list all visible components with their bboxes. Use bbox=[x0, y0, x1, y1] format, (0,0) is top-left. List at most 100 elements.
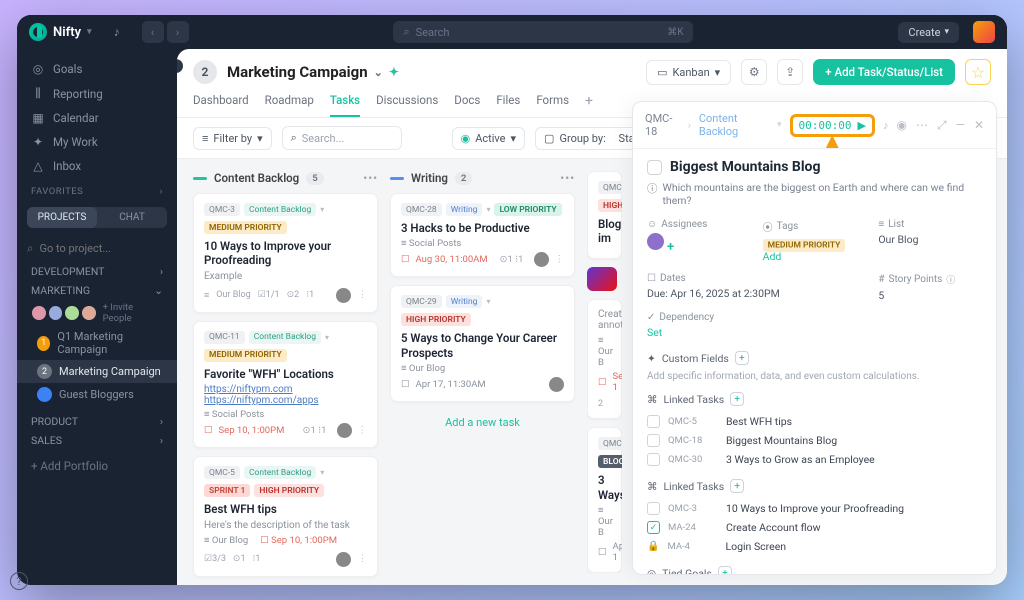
section-sales[interactable]: SALES› bbox=[17, 431, 177, 450]
nav-mywork[interactable]: ✦My Work bbox=[17, 130, 177, 154]
meta-list[interactable]: ≡List Our Blog bbox=[878, 219, 982, 263]
user-avatar[interactable] bbox=[973, 21, 995, 43]
section-product[interactable]: PRODUCT› bbox=[17, 412, 177, 431]
breadcrumb-id[interactable]: QMC-18 bbox=[645, 112, 680, 138]
linked-task[interactable]: QMC-303 Ways to Grow as an Employee bbox=[647, 450, 982, 469]
help-icon[interactable]: ? bbox=[17, 572, 28, 585]
meta-dependency[interactable]: ✓Dependency Set bbox=[647, 312, 751, 339]
tab-projects[interactable]: PROJECTS bbox=[27, 207, 97, 228]
meta-assignees[interactable]: ☺Assignees + bbox=[647, 219, 751, 263]
section-marketing[interactable]: MARKETING⌄ bbox=[17, 281, 177, 300]
expand-icon[interactable]: ⤢ bbox=[937, 118, 947, 133]
back-button[interactable]: ‹ bbox=[142, 21, 164, 43]
meta-tags[interactable]: ⦿Tags MEDIUM PRIORITY Add bbox=[763, 219, 867, 263]
tab-forms[interactable]: Forms bbox=[536, 93, 569, 117]
tab-chat[interactable]: CHAT bbox=[97, 207, 167, 228]
task-card[interactable]: QMC-11Content Backlog▾ MEDIUM PRIORITY F… bbox=[193, 321, 378, 448]
minimize-icon[interactable]: — bbox=[956, 118, 965, 133]
settings-gear-icon[interactable]: ⚙ bbox=[741, 59, 767, 85]
add-portfolio[interactable]: + Add Portfolio bbox=[17, 454, 177, 478]
star-button[interactable]: ☆ bbox=[965, 59, 991, 85]
notifications-icon[interactable]: ♪ bbox=[106, 25, 128, 39]
breadcrumb-status[interactable]: Content Backlog bbox=[699, 112, 769, 138]
task-search[interactable]: ⌕Search... bbox=[282, 126, 402, 150]
meta-dates[interactable]: ☐Dates Due: Apr 16, 2025 at 2:30PM bbox=[647, 273, 866, 302]
column-header[interactable]: Content Backlog 5 ••• bbox=[193, 171, 378, 185]
favorites-section[interactable]: FAVORITES› bbox=[17, 178, 177, 201]
active-filter[interactable]: ◉Active▾ bbox=[452, 127, 525, 150]
global-search[interactable]: ⌕ Search ⌘K bbox=[393, 21, 693, 43]
checkbox[interactable] bbox=[647, 453, 660, 466]
more-icon[interactable]: ⋮ bbox=[358, 290, 367, 300]
project-search-input[interactable] bbox=[39, 242, 177, 255]
add-linked-button[interactable]: + bbox=[730, 479, 744, 493]
tab-docs[interactable]: Docs bbox=[454, 93, 480, 117]
checkbox[interactable] bbox=[647, 502, 660, 515]
linked-task[interactable]: ✓MA-24Create Account flow bbox=[647, 518, 982, 537]
project-marketing-campaign[interactable]: 2 Marketing Campaign bbox=[17, 360, 177, 383]
more-icon[interactable]: ⋮ bbox=[358, 554, 367, 564]
section-development[interactable]: DEVELOPMENT› bbox=[17, 262, 177, 281]
column-menu-icon[interactable]: ••• bbox=[363, 172, 378, 185]
forward-button[interactable]: › bbox=[167, 21, 189, 43]
nav-goals[interactable]: ◎Goals bbox=[17, 57, 177, 81]
task-card[interactable]: Creating annotati ≡ Our B ☐ Sep 1 2 bbox=[587, 299, 622, 419]
view-switch[interactable]: ▭ Kanban ▾ bbox=[646, 60, 731, 85]
task-card[interactable]: QMC-29Writing▾ HIGH PRIORITY 5 Ways to C… bbox=[390, 285, 575, 402]
tab-roadmap[interactable]: Roadmap bbox=[265, 93, 314, 117]
create-button[interactable]: Create ▾ bbox=[898, 22, 959, 43]
play-icon[interactable]: ▶ bbox=[858, 119, 866, 132]
add-task-button[interactable]: + Add Task/Status/List bbox=[813, 59, 955, 85]
checkbox-checked[interactable]: ✓ bbox=[647, 521, 660, 534]
project-title[interactable]: Marketing Campaign ⌄ ✦ bbox=[227, 63, 399, 81]
filter-by[interactable]: ≡Filter by▾ bbox=[193, 127, 272, 150]
nav-calendar[interactable]: ▦Calendar bbox=[17, 106, 177, 130]
task-card[interactable]: QMC-18Content Backlog▾ MEDIUM PRIORITY B… bbox=[193, 585, 378, 586]
task-card[interactable]: QMC-28Writing▾LOW PRIORITY 3 Hacks to be… bbox=[390, 193, 575, 277]
linked-task[interactable]: QMC-18Biggest Mountains Blog bbox=[647, 431, 982, 450]
add-goal-button[interactable]: + bbox=[718, 566, 732, 574]
task-card[interactable]: QMC-13 HIGH PRI Blog im bbox=[587, 171, 622, 259]
share-icon[interactable]: ⇪ bbox=[777, 59, 803, 85]
link[interactable]: https://niftypm.com bbox=[204, 384, 367, 395]
complete-checkbox[interactable] bbox=[647, 160, 662, 175]
app-logo[interactable]: Nifty ▾ bbox=[29, 23, 92, 41]
tab-tasks[interactable]: Tasks bbox=[330, 93, 360, 117]
section-custom-fields[interactable]: ✦ Custom Fields + bbox=[647, 351, 982, 365]
meta-story-points[interactable]: #Story Pointsⓘ 5 bbox=[878, 273, 982, 302]
linked-task[interactable]: 🔒MA-4Login Screen bbox=[647, 537, 982, 556]
section-linked-tasks[interactable]: ⌘ Linked Tasks + bbox=[647, 392, 982, 406]
checkbox[interactable] bbox=[647, 415, 660, 428]
bell-icon[interactable]: ♪ bbox=[883, 119, 889, 132]
task-title[interactable]: Biggest Mountains Blog bbox=[670, 159, 820, 175]
add-tab-button[interactable]: + bbox=[585, 93, 593, 117]
project-q1[interactable]: 1 Q1 Marketing Campaign bbox=[17, 326, 177, 360]
watch-icon[interactable]: ◉ bbox=[896, 118, 906, 133]
add-assignee-icon[interactable]: + bbox=[667, 240, 674, 255]
section-linked-tasks-2[interactable]: ⌘ Linked Tasks + bbox=[647, 479, 982, 493]
task-card[interactable]: QMC-5Content Backlog▾ SPRINT 1HIGH PRIOR… bbox=[193, 456, 378, 576]
column-header[interactable]: Writing 2 ••• bbox=[390, 171, 575, 185]
checkbox[interactable] bbox=[647, 434, 660, 447]
task-card[interactable]: QMC-3Content Backlog▾ MEDIUM PRIORITY 10… bbox=[193, 193, 378, 313]
project-guest-bloggers[interactable]: Guest Bloggers bbox=[17, 383, 177, 406]
column-menu-icon[interactable]: ••• bbox=[560, 172, 575, 185]
add-tag[interactable]: Add bbox=[763, 250, 782, 263]
close-icon[interactable]: ✕ bbox=[974, 118, 984, 133]
section-tied-goals[interactable]: ◎ Tied Goals + bbox=[647, 566, 982, 574]
tab-discussions[interactable]: Discussions bbox=[376, 93, 438, 117]
invite-people[interactable]: + Invite People bbox=[103, 302, 163, 324]
tab-dashboard[interactable]: Dashboard bbox=[193, 93, 249, 117]
linked-task[interactable]: QMC-310 Ways to Improve your Proofreadin… bbox=[647, 499, 982, 518]
add-card-button[interactable]: Add a new task bbox=[390, 410, 575, 435]
nav-reporting[interactable]: ⫼Reporting bbox=[17, 81, 177, 106]
tab-files[interactable]: Files bbox=[496, 93, 520, 117]
add-field-button[interactable]: + bbox=[735, 351, 749, 365]
link[interactable]: https://niftypm.com/apps bbox=[204, 395, 367, 406]
task-card[interactable]: QMC-30 BLOCKED 3 Ways ≡ Our B ☐ Apr 1 bbox=[587, 427, 622, 573]
add-linked-button[interactable]: + bbox=[730, 392, 744, 406]
more-icon[interactable]: ⋮ bbox=[358, 425, 368, 436]
linked-task[interactable]: QMC-5Best WFH tips bbox=[647, 412, 982, 431]
nav-inbox[interactable]: △Inbox bbox=[17, 154, 177, 178]
more-icon[interactable]: ⋮ bbox=[555, 254, 565, 265]
